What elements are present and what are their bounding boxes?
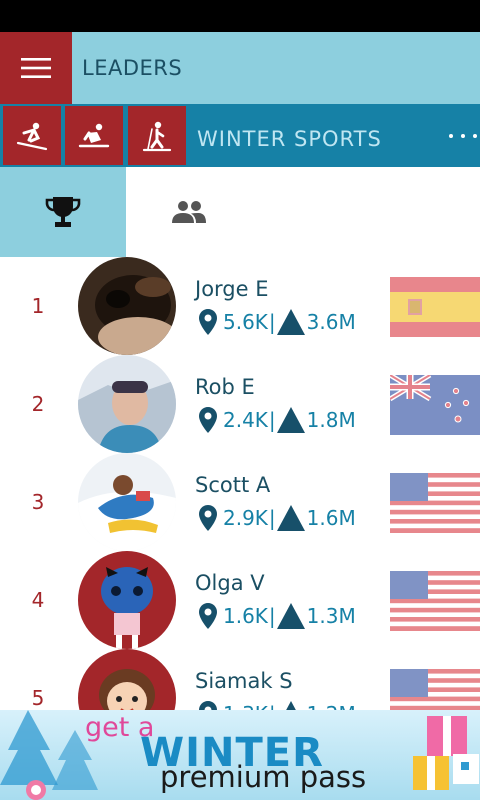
location-pin-icon [199,309,217,335]
more-button[interactable] [446,104,480,167]
spots-count: 5.6K [223,310,268,334]
cross-country-skiing-icon [142,121,172,151]
location-pin-icon [199,701,217,710]
hamburger-icon [21,58,51,78]
avatar [78,257,176,355]
mountain-icon [276,407,305,433]
leader-name: Scott A [195,473,271,497]
snowboarding-icon [78,123,110,147]
leader-stats: 1.3K | 1.2M [199,699,356,710]
vertical-distance: 1.6M [306,506,356,530]
flag-new-zealand [390,375,480,435]
avatar [78,649,176,710]
leader-stats: 1.6K | 1.3M [199,601,356,631]
gift-boxes-graphic [413,716,479,790]
location-pin-icon [199,407,217,433]
rank-number: 5 [31,686,45,710]
leaderboard-tabs [0,167,480,257]
leader-list: 1 Jorge E 5.6K | 3.6M 2 Rob E 2.4K | 1.8… [0,257,480,710]
leader-stats: 5.6K | 3.6M [199,307,356,337]
avatar [78,453,176,551]
leader-name: Rob E [195,375,255,399]
app-header: LEADERS [0,32,480,104]
tab-friends[interactable] [126,167,252,257]
leader-stats: 2.4K | 1.8M [199,405,356,435]
mountain-icon [285,701,296,710]
people-icon [172,201,206,223]
vertical-distance: 3.6M [306,310,356,334]
mountain-icon [276,505,305,531]
spots-count: 2.9K [223,506,268,530]
ad-text-premium-pass: premium pass [160,760,367,794]
leader-name: Jorge E [195,277,269,301]
location-pin-icon [199,603,217,629]
trophy-icon [45,197,81,227]
list-item[interactable]: 4 Olga V 1.6K | 1.3M [0,551,480,649]
mountain-icon [276,603,305,629]
leader-name: Siamak S [195,669,293,693]
list-item[interactable]: 1 Jorge E 5.6K | 3.6M [0,257,480,355]
flag-spain [390,277,480,337]
rank-number: 1 [31,294,45,318]
rank-number: 2 [31,392,45,416]
vertical-distance: 1.3M [306,604,356,628]
spots-count: 2.4K [223,408,268,432]
ad-banner[interactable]: get a WINTER premium pass [0,710,480,800]
mountain-icon [276,309,305,335]
flag-usa [390,473,480,533]
status-bar [0,0,480,32]
spots-count: 1.3K [223,702,268,710]
sport-bar: WINTER SPORTS [0,104,480,167]
rank-number: 3 [31,490,45,514]
leader-stats: 2.9K | 1.6M [199,503,356,533]
leader-name: Olga V [195,571,265,595]
sport-button-snowboard[interactable] [65,106,123,165]
downhill-skiing-icon [16,122,48,150]
avatar [78,355,176,453]
rank-number: 4 [31,588,45,612]
sport-title: WINTER SPORTS [197,127,382,151]
vertical-distance: 1.2M [307,702,356,710]
location-pin-icon [199,505,217,531]
flag-usa [390,571,480,631]
vertical-distance: 1.8M [306,408,356,432]
tab-leaders[interactable] [0,167,126,257]
flag-usa [390,669,480,710]
list-item[interactable]: 3 Scott A 2.9K | 1.6M [0,453,480,551]
more-icon [449,133,477,138]
page-title: LEADERS [82,56,183,80]
avatar [78,551,176,649]
sport-button-cross-country[interactable] [128,106,186,165]
menu-button[interactable] [0,32,72,104]
list-item[interactable]: 5 Siamak S 1.3K | 1.2M [0,649,480,710]
spots-count: 1.6K [223,604,268,628]
list-item[interactable]: 2 Rob E 2.4K | 1.8M [0,355,480,453]
sport-button-downhill[interactable] [3,106,61,165]
